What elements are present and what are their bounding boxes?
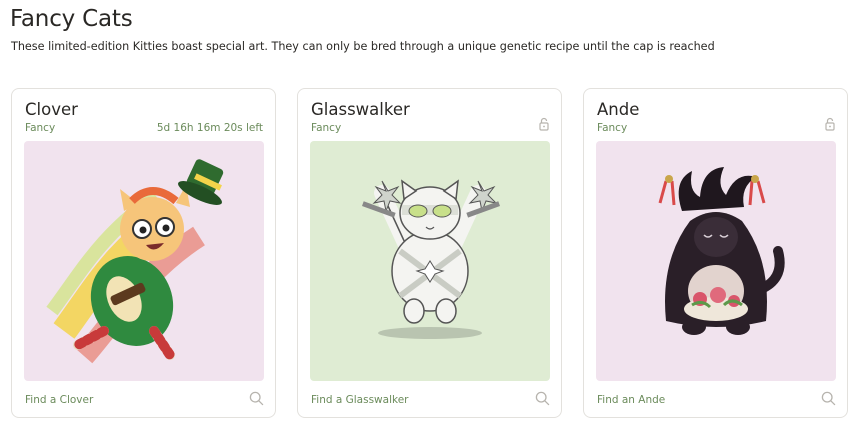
page-title: Fancy Cats: [10, 6, 133, 32]
cat-kind: Fancy: [597, 122, 628, 134]
unlock-icon: [825, 117, 835, 131]
find-cat-link[interactable]: Find an Ande: [597, 394, 665, 406]
countdown-timer: 5d 16h 16m 20s left: [156, 122, 263, 134]
search-icon[interactable]: [821, 391, 836, 406]
cat-artwork[interactable]: [596, 141, 836, 381]
cat-artwork[interactable]: [24, 141, 264, 381]
search-icon[interactable]: [535, 391, 550, 406]
cat-kind: Fancy: [25, 122, 56, 134]
find-cat-link[interactable]: Find a Clover: [25, 394, 93, 406]
page-subtitle: These limited-edition Kitties boast spec…: [11, 40, 715, 53]
cat-card-clover[interactable]: Clover Fancy 5d 16h 16m 20s left Find a …: [11, 88, 276, 418]
cat-card-ande[interactable]: Ande Fancy Find an Ande: [583, 88, 848, 418]
ande-cat-image: [658, 167, 785, 335]
cat-name: Clover: [25, 100, 78, 119]
cat-card-glasswalker[interactable]: Glasswalker Fancy Find a Glasswalker: [297, 88, 562, 418]
glasswalker-cat-image: [361, 179, 501, 339]
cat-name: Glasswalker: [311, 100, 410, 119]
search-icon[interactable]: [249, 391, 264, 406]
clover-cat-image: [46, 159, 224, 364]
cat-name: Ande: [597, 100, 640, 119]
unlock-icon: [539, 117, 549, 131]
cat-artwork[interactable]: [310, 141, 550, 381]
fancy-cats-page: Fancy Cats These limited-edition Kitties…: [0, 0, 867, 433]
find-cat-link[interactable]: Find a Glasswalker: [311, 394, 408, 406]
cat-kind: Fancy: [311, 122, 342, 134]
